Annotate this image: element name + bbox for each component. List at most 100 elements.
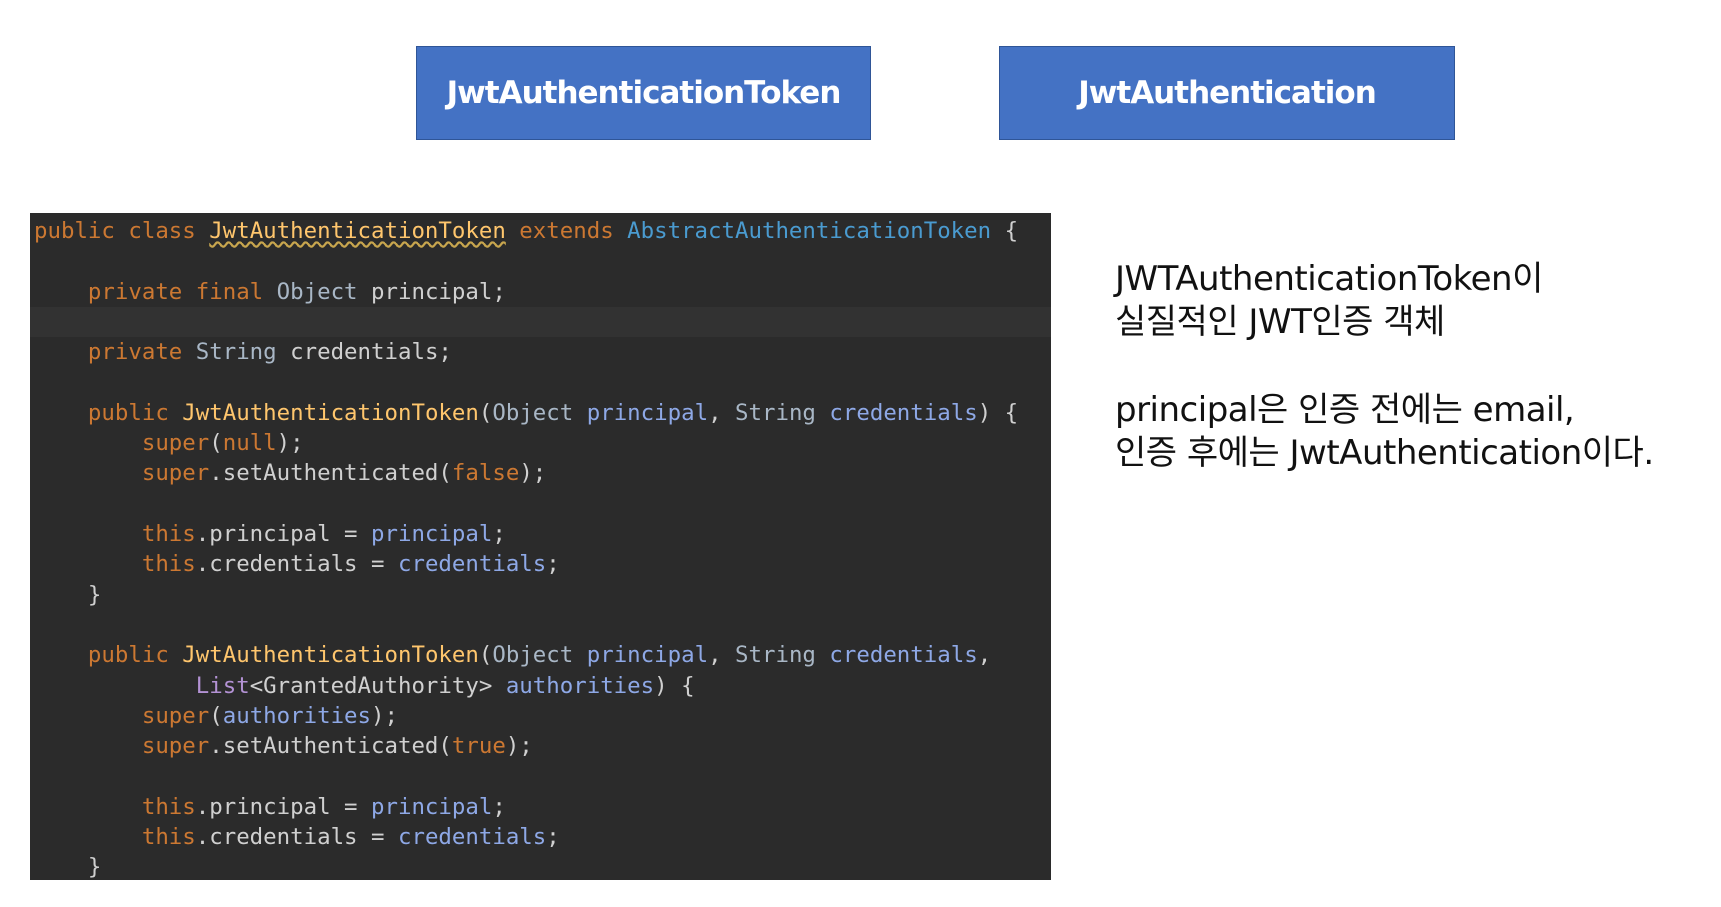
code-token: public (87, 642, 183, 669)
description-block-2: principal은 인증 전에는 email, 인증 후에는 JwtAuthe… (1115, 389, 1715, 475)
code-token: ( (478, 399, 493, 426)
code-line: this.credentials = credentials; (30, 549, 1051, 579)
code-token: JwtAuthenticationToken (182, 642, 479, 669)
code-token: ( (209, 702, 223, 729)
code-line: } (30, 852, 1051, 880)
code-line: List<GrantedAuthority> authorities) { (30, 671, 1051, 701)
code-token: .principal = (195, 793, 372, 820)
code-token: .credentials = (195, 824, 398, 850)
code-line (30, 306, 1051, 337)
code-token: } (34, 581, 102, 608)
code-token: ) { (654, 672, 695, 699)
code-token: this (141, 521, 196, 547)
code-token: principal (371, 793, 493, 820)
code-token: super (141, 460, 210, 487)
code-token: JwtAuthenticationToken (182, 399, 479, 426)
code-token: ; (492, 521, 506, 547)
code-line: super.setAuthenticated(false); (30, 458, 1051, 488)
code-token: authorities (505, 672, 655, 699)
code-token: , (708, 642, 736, 669)
code-token: .setAuthenticated( (209, 733, 452, 760)
code-token: Object (492, 642, 587, 669)
code-token: true (451, 733, 506, 760)
code-token: null (222, 430, 277, 457)
code-line: public class JwtAuthenticationToken exte… (30, 216, 1051, 246)
code-token: ( (478, 642, 493, 669)
description-line: JWTAuthenticationToken이 (1115, 259, 1543, 299)
code-token: ; (492, 793, 506, 820)
description-line: principal은 인증 전에는 email, (1115, 390, 1575, 430)
code-token: principal (371, 521, 493, 547)
code-line: private String credentials; (30, 337, 1051, 367)
code-line: this.credentials = credentials; (30, 822, 1051, 852)
code-token: private final (87, 278, 277, 305)
code-token: String (195, 339, 291, 366)
code-token: ); (276, 430, 304, 457)
code-token: ); (371, 702, 398, 729)
code-token: super (141, 702, 210, 729)
code-token: ( (209, 430, 223, 457)
code-token: AbstractAuthenticationToken (627, 218, 992, 244)
code-token: , (708, 399, 736, 426)
description-line: 실질적인 JWT인증 객체 (1115, 302, 1445, 342)
code-token: principal (586, 399, 709, 426)
code-line: public JwtAuthenticationToken(Object pri… (30, 398, 1051, 428)
code-token: Object (276, 278, 372, 305)
code-token: { (991, 218, 1019, 244)
code-line: private final Object principal; (30, 277, 1051, 307)
code-line: super(authorities); (30, 701, 1051, 731)
description-block-1: JWTAuthenticationToken이 실질적인 JWT인증 객체 (1115, 258, 1715, 344)
jwt-authentication-label: JwtAuthentication (1078, 75, 1377, 111)
code-token: false (451, 460, 520, 487)
code-token: .principal = (195, 521, 372, 547)
code-line: this.principal = principal; (30, 519, 1051, 549)
code-token: super (141, 733, 210, 760)
code-line: super.setAuthenticated(true); (30, 731, 1051, 761)
code-token: Object (492, 399, 587, 426)
code-token: credentials (829, 399, 978, 426)
code-token: } (34, 854, 102, 880)
code-token: ) { (977, 399, 1019, 426)
jwt-authentication-token-box: JwtAuthenticationToken (416, 46, 871, 140)
code-token: ; (546, 551, 560, 578)
code-token: credentials (397, 824, 547, 850)
jwt-authentication-token-label: JwtAuthenticationToken (446, 75, 842, 111)
code-token: this (141, 551, 196, 578)
code-token: <GrantedAuthority> (249, 672, 506, 699)
code-token: this (141, 793, 196, 820)
code-token: super (141, 430, 210, 457)
code-token: credentials; (290, 339, 452, 366)
code-token: authorities (222, 702, 372, 729)
code-token: credentials (397, 551, 547, 578)
description-line: 인증 후에는 JwtAuthentication이다. (1115, 433, 1654, 473)
code-line: this.principal = principal; (30, 792, 1051, 822)
code-token: ); (505, 733, 533, 760)
code-token: public class (34, 218, 210, 244)
jwt-authentication-box: JwtAuthentication (999, 46, 1455, 140)
code-token: String (735, 399, 830, 426)
code-token: credentials (829, 642, 978, 669)
code-token: public (87, 399, 183, 426)
code-token: , (977, 642, 992, 669)
code-line: } (30, 580, 1051, 610)
code-token: List (195, 672, 250, 699)
code-token: String (735, 642, 830, 669)
code-token: .setAuthenticated( (209, 460, 452, 487)
